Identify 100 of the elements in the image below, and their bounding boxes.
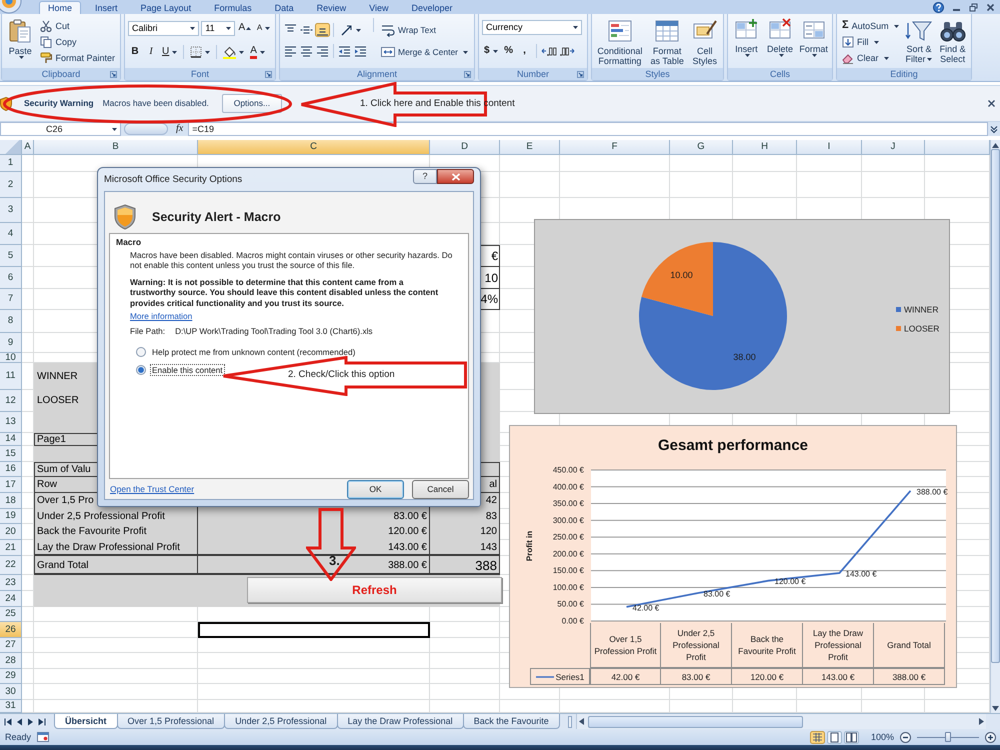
decimal-decrease-icon[interactable] <box>558 45 575 57</box>
close-icon[interactable] <box>987 99 996 108</box>
align-center-icon[interactable] <box>299 44 314 58</box>
active-cell[interactable] <box>198 622 430 638</box>
name-box[interactable]: C26 <box>0 122 121 136</box>
row-header[interactable]: 8 <box>0 310 22 333</box>
column-header[interactable]: I <box>797 140 862 155</box>
column-header[interactable]: A <box>22 140 34 155</box>
option-label[interactable]: Enable this content <box>150 364 225 376</box>
row-header[interactable]: 4 <box>0 223 22 245</box>
close-button[interactable] <box>437 169 474 184</box>
next-sheet-icon[interactable] <box>27 718 34 726</box>
row-header[interactable]: 21 <box>0 540 22 556</box>
align-left-icon[interactable] <box>283 44 298 58</box>
row-header[interactable]: 20 <box>0 524 22 540</box>
sort-filter-button[interactable]: Sort & Filter <box>904 18 934 68</box>
normal-view-icon[interactable] <box>810 730 825 744</box>
sheet-tab[interactable]: Over 1,5 Professional <box>116 714 226 729</box>
decimal-increase-icon[interactable] <box>540 45 557 57</box>
zoom-out-icon[interactable] <box>900 732 911 742</box>
merge-center-button[interactable]: Merge & Center <box>379 44 470 60</box>
indent-increase-icon[interactable] <box>353 44 368 58</box>
first-sheet-icon[interactable] <box>4 718 12 726</box>
macro-record-icon[interactable] <box>37 732 50 742</box>
fill-color-button[interactable] <box>221 44 246 60</box>
vertical-scrollbar[interactable] <box>990 140 1000 713</box>
row-header[interactable]: 16 <box>0 462 22 477</box>
ribbon-tab[interactable]: Page Layout <box>132 1 200 14</box>
horizontal-scrollbar[interactable] <box>576 714 986 729</box>
sheet-tab[interactable]: Under 2,5 Professional <box>224 714 338 729</box>
more-information-link[interactable]: More information <box>130 311 192 322</box>
app-orb-icon[interactable] <box>0 0 22 14</box>
refresh-button[interactable]: Refresh <box>247 577 502 603</box>
row-header[interactable]: 19 <box>0 509 22 524</box>
row-header[interactable]: 15 <box>0 446 22 462</box>
row-header[interactable]: 24 <box>0 591 22 607</box>
row-header[interactable]: 3 <box>0 198 22 223</box>
column-header[interactable]: D <box>430 140 500 155</box>
number-format-field[interactable]: Currency <box>482 20 582 35</box>
row-header[interactable]: 11 <box>0 363 22 390</box>
percent-button[interactable]: % <box>502 43 516 59</box>
scroll-down-icon[interactable] <box>992 706 999 711</box>
scroll-thumb[interactable] <box>991 149 1000 663</box>
column-header[interactable]: F <box>560 140 670 155</box>
slider-thumb[interactable] <box>945 732 951 742</box>
row-header[interactable]: 10 <box>0 353 22 363</box>
column-header[interactable]: H <box>733 140 797 155</box>
help-button[interactable]: ? <box>413 169 437 184</box>
ribbon-tab[interactable]: View <box>360 1 398 14</box>
bold-button[interactable]: B <box>128 44 142 60</box>
row-header[interactable]: 14 <box>0 433 22 446</box>
insert-cells-button[interactable]: Insert <box>731 18 762 68</box>
row-header[interactable]: 31 <box>0 700 22 713</box>
indent-decrease-icon[interactable] <box>337 44 352 58</box>
dialog-launcher-icon[interactable] <box>464 70 471 78</box>
ribbon-tab[interactable]: Review <box>308 1 356 14</box>
help-icon[interactable] <box>933 2 944 12</box>
row-header[interactable]: 9 <box>0 333 22 353</box>
row-header[interactable]: 5 <box>0 245 22 267</box>
shrink-font-button[interactable]: A <box>255 20 272 36</box>
row-header[interactable]: 2 <box>0 172 22 198</box>
dialog-launcher-icon[interactable] <box>577 70 584 78</box>
wrap-text-button[interactable]: Wrap Text <box>379 22 470 38</box>
row-header[interactable]: 26 <box>0 622 22 638</box>
currency-button[interactable]: $ <box>482 43 500 59</box>
restore-icon[interactable] <box>969 2 978 12</box>
column-header[interactable]: G <box>670 140 733 155</box>
dialog-launcher-icon[interactable] <box>265 70 272 78</box>
underline-button[interactable]: U <box>160 44 180 60</box>
format-cells-button[interactable]: Format <box>798 18 830 68</box>
row-header[interactable]: 22 <box>0 556 22 575</box>
close-icon[interactable] <box>986 2 995 12</box>
row-header[interactable]: 13 <box>0 412 22 433</box>
column-header[interactable]: E <box>500 140 560 155</box>
sheet-tab[interactable]: Übersicht <box>54 714 118 729</box>
row-header[interactable]: 27 <box>0 638 22 653</box>
option-label[interactable]: Help protect me from unknown content (recommended) <box>150 346 358 358</box>
ribbon-tab[interactable]: Data <box>266 1 303 14</box>
cancel-button[interactable]: Cancel <box>412 480 469 498</box>
row-header[interactable]: 28 <box>0 653 22 669</box>
zoom-in-icon[interactable] <box>985 732 996 742</box>
ribbon-tab[interactable]: Developer <box>402 1 462 14</box>
autosum-button[interactable]: Σ AutoSum <box>840 18 901 34</box>
delete-cells-button[interactable]: Delete <box>764 18 796 68</box>
row-header[interactable]: 6 <box>0 267 22 289</box>
ok-button[interactable]: OK <box>347 480 404 498</box>
clear-button[interactable]: Clear <box>840 50 901 66</box>
fill-button[interactable]: Fill <box>840 34 901 50</box>
sheet-tab[interactable]: Lay the Draw Professional <box>336 714 464 729</box>
row-header[interactable]: 25 <box>0 607 22 622</box>
align-right-icon[interactable] <box>315 44 330 58</box>
row-header[interactable]: 12 <box>0 390 22 412</box>
borders-button[interactable] <box>188 44 212 60</box>
cut-button[interactable]: Cut <box>38 18 117 34</box>
copy-button[interactable]: Copy <box>38 34 117 50</box>
row-header[interactable]: 1 <box>0 155 22 172</box>
column-header[interactable]: J <box>862 140 925 155</box>
row-header[interactable]: 17 <box>0 477 22 493</box>
expand-icon[interactable] <box>989 124 999 134</box>
column-header[interactable]: B <box>34 140 198 155</box>
